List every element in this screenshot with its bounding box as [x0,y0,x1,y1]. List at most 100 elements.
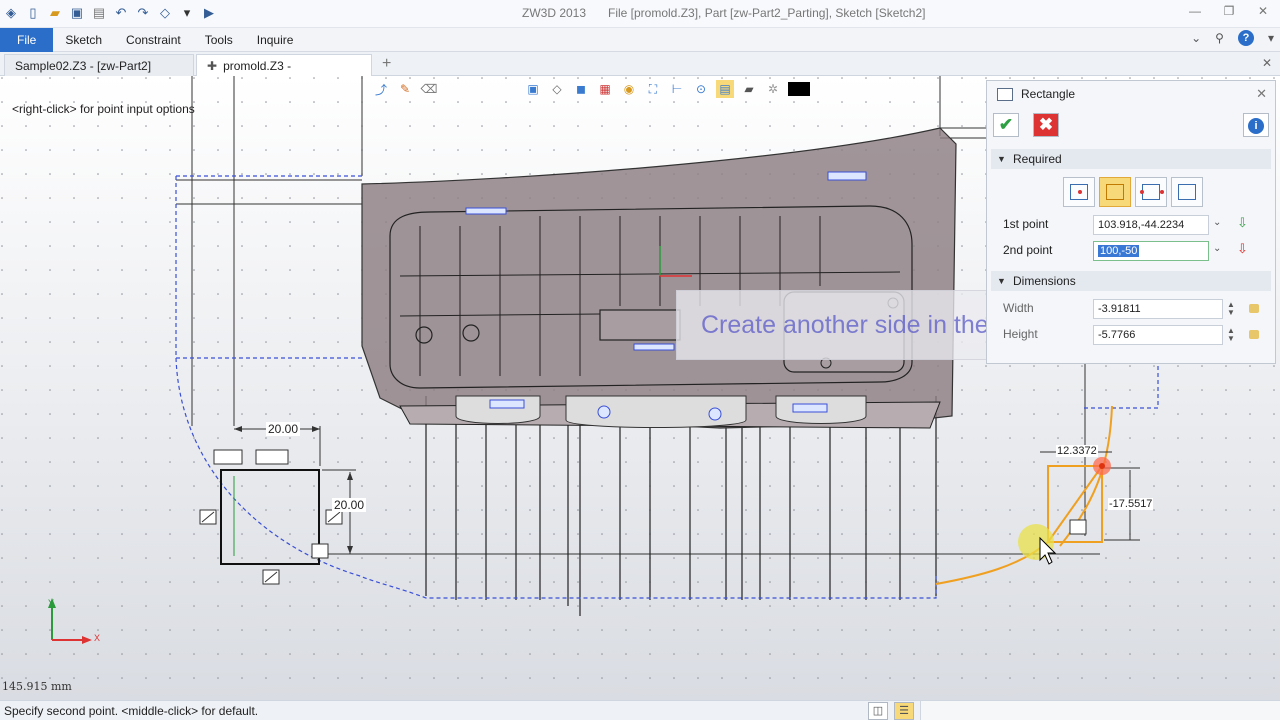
close-window-icon[interactable]: ✕ [1254,4,1272,18]
rectangle-panel: Rectangle ✕ ✔ ✖ i ▼ Required 1st point 1… [986,80,1276,364]
panel-title: Rectangle [1021,87,1076,101]
menu-file[interactable]: File [0,27,54,52]
settings-icon[interactable]: ✲ [764,80,782,98]
menu-sketch[interactable]: Sketch [53,28,114,52]
center-rectangle-mode-icon[interactable] [1063,177,1095,207]
menu-right-tools: ⌄ ⚲ ? ▾ [1191,30,1274,46]
info-icon: i [1248,118,1264,134]
first-point-dropdown-icon[interactable]: ⌄ [1213,217,1221,228]
undo-icon[interactable]: ↶ [112,4,130,22]
save-icon[interactable]: ▣ [68,4,86,22]
collapse-triangle-icon: ▼ [997,154,1006,164]
redo-icon[interactable]: ↷ [134,4,152,22]
tab-sample02[interactable]: Sample02.Z3 - [zw-Part2] [4,54,194,76]
menu-tools[interactable]: Tools [193,28,245,52]
ok-button[interactable]: ✔ [993,113,1019,137]
dy-dimension-label[interactable]: -17.5517 [1108,498,1154,510]
menu-constraint[interactable]: Constraint [114,28,193,52]
sketch-exit-icon[interactable]: ⤴ [372,80,390,98]
close-panel-icon[interactable]: ✕ [1262,56,1272,70]
first-point-field[interactable]: 103.918,-44.2234 [1093,215,1209,235]
measure-readout: 145.915 mm [2,680,72,693]
cancel-button[interactable]: ✖ [1033,113,1059,137]
layer-icon[interactable]: ▰ [740,80,758,98]
dimensions-label: Dimensions [1013,274,1076,288]
height-dimension-label[interactable]: 20.00 [332,498,367,512]
help-icon[interactable]: ? [1237,30,1254,46]
second-point-field[interactable]: 100,-50 [1093,241,1209,261]
parallelogram-mode-icon[interactable] [1171,177,1203,207]
pencil-icon[interactable]: ✎ [396,80,414,98]
add-tab-icon[interactable]: + [382,55,391,73]
background-color-swatch[interactable] [788,82,810,96]
trash-icon[interactable]: ⌫ [420,80,438,98]
print-icon[interactable]: ▤ [90,4,108,22]
width-spinner-icon[interactable]: ▲ ▼ [1227,301,1235,317]
minimize-icon[interactable]: — [1186,4,1204,18]
second-point-value: 100,-50 [1098,245,1140,257]
three-point-rectangle-mode-icon[interactable] [1135,177,1167,207]
fit-view-icon[interactable]: ⛶ [644,80,662,98]
app-title: ZW3D 2013 [522,6,587,20]
menu-bar: File Sketch Constraint Tools Inquire ⌄ ⚲… [0,27,1280,52]
dimension-icon[interactable]: ⊢ [668,80,686,98]
dx-dimension-label[interactable]: 12.3372 [1056,445,1098,457]
quick-access-toolbar: ◈ ▯ ▰ ▣ ▤ ↶ ↷ ◇ ▾ ▶ [2,4,218,22]
width-field[interactable]: -3.91811 [1093,299,1223,319]
x-axis-label: X [94,633,101,643]
chevron-down-icon[interactable]: ⌄ [1191,31,1201,45]
info-button[interactable]: i [1243,113,1269,137]
wireframe-icon[interactable]: ◇ [548,80,566,98]
tab-label: Sample02.Z3 - [zw-Part2] [15,59,152,73]
width-label: Width [1003,301,1034,315]
height-field[interactable]: -5.7766 [1093,325,1223,345]
view-cube-icon[interactable]: ▣ [524,80,542,98]
width-dimension-label[interactable]: 20.00 [266,422,301,436]
status-bar: Specify second point. <middle-click> for… [0,700,1280,720]
help-dropdown-icon[interactable]: ▾ [1268,31,1274,45]
view-manager-icon[interactable]: ◫ [868,702,888,720]
title-bar: ◈ ▯ ▰ ▣ ▤ ↶ ↷ ◇ ▾ ▶ ZW3D 2013 File [prom… [0,0,1280,28]
width-lock-icon[interactable] [1249,304,1259,313]
rectangle-icon [997,88,1013,101]
status-input-field[interactable] [920,701,1280,720]
restore-icon[interactable]: ❐ [1220,4,1238,18]
y-axis-label: Y [48,598,55,608]
select-filter-icon[interactable]: ◇ [156,4,174,22]
tab-promold[interactable]: ✚promold.Z3 - [Sketch2]✕ [196,54,372,95]
second-point-label: 2nd point [1003,243,1053,257]
window-controls: — ❐ ✕ [1186,4,1272,18]
grid-icon[interactable]: ▦ [596,80,614,98]
run-icon[interactable]: ▶ [200,4,218,22]
view-toolbar: ⤴ ✎ ⌫ ▣ ◇ ◼ ▦ ◉ ⛶ ⊢ ⊙ ▤ ▰ ✲ [372,80,810,98]
required-label: Required [1013,152,1062,166]
status-right: ◫ ☰ [868,701,1280,720]
status-message: Specify second point. <middle-click> for… [4,704,259,718]
new-file-icon[interactable]: ▯ [24,4,42,22]
height-label: Height [1003,327,1038,341]
height-spinner-icon[interactable]: ▲ ▼ [1227,327,1235,343]
first-point-pick-icon[interactable]: ⇩ [1237,215,1248,231]
open-folder-icon[interactable]: ▰ [46,4,64,22]
second-point-dropdown-icon[interactable]: ⌄ [1213,243,1221,254]
point-input-hint: <right-click> for point input options [12,102,195,116]
panel-close-icon[interactable]: ✕ [1256,86,1267,102]
menu-inquire[interactable]: Inquire [245,28,306,52]
two-point-rectangle-mode-icon[interactable] [1099,177,1131,207]
customize-dropdown-icon[interactable]: ▾ [178,4,196,22]
pin-icon[interactable]: ✚ [207,59,217,73]
second-point-pick-icon[interactable]: ⇩ [1237,241,1248,257]
snap-icon[interactable]: ⊙ [692,80,710,98]
display-mode-icon[interactable]: ◉ [620,80,638,98]
height-lock-icon[interactable] [1249,330,1259,339]
collapse-triangle-icon: ▼ [997,276,1006,286]
filter-active-icon[interactable]: ▤ [716,80,734,98]
required-section-header[interactable]: ▼ Required [991,149,1271,169]
document-title: File [promold.Z3], Part [zw-Part2_Partin… [608,6,926,20]
document-tab-bar: Sample02.Z3 - [zw-Part2] ✚promold.Z3 - [… [0,52,1280,95]
app-logo-icon: ◈ [6,5,16,20]
list-view-icon[interactable]: ☰ [894,702,914,720]
shaded-icon[interactable]: ◼ [572,80,590,98]
dimensions-section-header[interactable]: ▼ Dimensions [991,271,1271,291]
search-icon[interactable]: ⚲ [1215,31,1224,45]
